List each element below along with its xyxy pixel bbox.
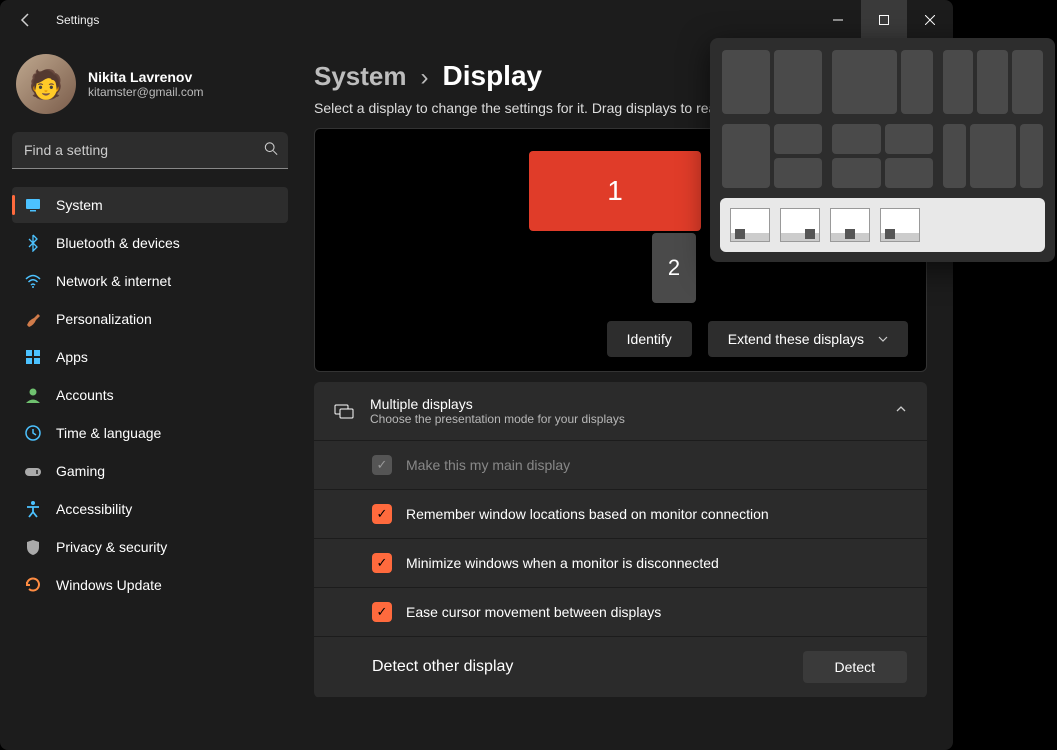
page-title: Display: [443, 60, 543, 92]
row-remember-locations[interactable]: ✓ Remember window locations based on mon…: [314, 490, 927, 539]
row-minimize-disconnect[interactable]: ✓ Minimize windows when a monitor is dis…: [314, 539, 927, 588]
chevron-down-icon: [878, 334, 888, 344]
sidebar: 🧑 Nikita Lavrenov kitamster@gmail.com Sy…: [0, 40, 300, 750]
sidebar-item-system[interactable]: System: [12, 187, 288, 223]
monitor-2[interactable]: 2: [652, 233, 696, 303]
sidebar-item-label: System: [56, 197, 103, 213]
checkbox-remember[interactable]: ✓: [372, 504, 392, 524]
chevron-right-icon: ›: [421, 64, 429, 92]
sidebar-item-label: Time & language: [56, 425, 161, 441]
sidebar-item-label: Bluetooth & devices: [56, 235, 180, 251]
bluetooth-icon: [24, 234, 42, 252]
brush-icon: [24, 310, 42, 328]
row-ease-cursor[interactable]: ✓ Ease cursor movement between displays: [314, 588, 927, 637]
titlebar-left: Settings: [16, 10, 99, 30]
avatar: 🧑: [16, 54, 76, 114]
sidebar-item-gaming[interactable]: Gaming: [12, 453, 288, 489]
apps-icon: [24, 348, 42, 366]
snap-layout-thirds[interactable]: [943, 50, 1043, 114]
sidebar-item-network-internet[interactable]: Network & internet: [12, 263, 288, 299]
clock-icon: [24, 424, 42, 442]
search-input[interactable]: [12, 132, 288, 169]
sidebar-item-windows-update[interactable]: Windows Update: [12, 567, 288, 603]
checkbox-ease-cursor[interactable]: ✓: [372, 602, 392, 622]
multiple-displays-title: Multiple displays: [370, 396, 625, 412]
snap-layout-center-wide[interactable]: [943, 124, 1043, 188]
snap-layout-two-thirds[interactable]: [832, 50, 932, 114]
chevron-up-icon: [895, 402, 907, 420]
snap-group-4[interactable]: [880, 208, 920, 242]
minimize-button[interactable]: [815, 0, 861, 40]
checkbox-minimize[interactable]: ✓: [372, 553, 392, 573]
sidebar-item-label: Gaming: [56, 463, 105, 479]
multiple-displays-panel: Multiple displays Choose the presentatio…: [314, 382, 927, 698]
snap-layout-quad[interactable]: [832, 124, 932, 188]
sidebar-item-label: Network & internet: [56, 273, 171, 289]
system-icon: [24, 196, 42, 214]
display-actions: Identify Extend these displays: [607, 321, 908, 357]
sidebar-item-bluetooth-devices[interactable]: Bluetooth & devices: [12, 225, 288, 261]
label-minimize: Minimize windows when a monitor is disco…: [406, 555, 719, 571]
sidebar-item-time-language[interactable]: Time & language: [12, 415, 288, 451]
snap-group-3[interactable]: [830, 208, 870, 242]
window-controls: [815, 0, 953, 40]
sidebar-item-label: Apps: [56, 349, 88, 365]
snap-layouts-flyout: [710, 38, 1055, 262]
back-button[interactable]: [16, 10, 36, 30]
label-detect: Detect other display: [372, 658, 513, 676]
label-ease-cursor: Ease cursor movement between displays: [406, 604, 661, 620]
sidebar-item-label: Privacy & security: [56, 539, 167, 555]
snap-group-2[interactable]: [780, 208, 820, 242]
snap-group-1[interactable]: [730, 208, 770, 242]
accessibility-icon: [24, 500, 42, 518]
snap-row-2: [722, 124, 1043, 188]
shield-icon: [24, 538, 42, 556]
sidebar-item-label: Personalization: [56, 311, 152, 327]
close-button[interactable]: [907, 0, 953, 40]
search-wrap: [12, 132, 288, 169]
nav-list: System Bluetooth & devices Network & inter…: [12, 187, 288, 603]
maximize-button[interactable]: [861, 0, 907, 40]
snap-layout-left-stack[interactable]: [722, 124, 822, 188]
displays-icon: [334, 401, 354, 421]
sidebar-item-apps[interactable]: Apps: [12, 339, 288, 375]
titlebar: Settings: [0, 0, 953, 40]
detect-button[interactable]: Detect: [803, 651, 907, 683]
extend-displays-dropdown[interactable]: Extend these displays: [708, 321, 908, 357]
update-icon: [24, 576, 42, 594]
snap-groups-bar: [720, 198, 1045, 252]
multiple-displays-subtitle: Choose the presentation mode for your di…: [370, 412, 625, 426]
snap-layout-half[interactable]: [722, 50, 822, 114]
person-icon: [24, 386, 42, 404]
monitor-1[interactable]: 1: [529, 151, 701, 231]
snap-row-1: [722, 50, 1043, 114]
user-profile[interactable]: 🧑 Nikita Lavrenov kitamster@gmail.com: [12, 48, 288, 132]
label-main-display: Make this my main display: [406, 457, 570, 473]
sidebar-item-label: Accounts: [56, 387, 114, 403]
sidebar-item-privacy-security[interactable]: Privacy & security: [12, 529, 288, 565]
profile-name: Nikita Lavrenov: [88, 69, 204, 85]
sidebar-item-accounts[interactable]: Accounts: [12, 377, 288, 413]
breadcrumb-parent[interactable]: System: [314, 61, 407, 92]
wifi-icon: [24, 272, 42, 290]
label-remember: Remember window locations based on monit…: [406, 506, 769, 522]
app-title: Settings: [56, 13, 99, 27]
game-icon: [24, 462, 42, 480]
search-icon: [264, 141, 278, 160]
checkbox-main-display: ✓: [372, 455, 392, 475]
profile-email: kitamster@gmail.com: [88, 85, 204, 99]
sidebar-item-personalization[interactable]: Personalization: [12, 301, 288, 337]
row-detect: Detect other display Detect: [314, 637, 927, 698]
extend-label: Extend these displays: [728, 331, 864, 347]
sidebar-item-label: Accessibility: [56, 501, 132, 517]
identify-button[interactable]: Identify: [607, 321, 692, 357]
sidebar-item-accessibility[interactable]: Accessibility: [12, 491, 288, 527]
multiple-displays-header[interactable]: Multiple displays Choose the presentatio…: [314, 382, 927, 441]
sidebar-item-label: Windows Update: [56, 577, 162, 593]
row-main-display: ✓ Make this my main display: [314, 441, 927, 490]
